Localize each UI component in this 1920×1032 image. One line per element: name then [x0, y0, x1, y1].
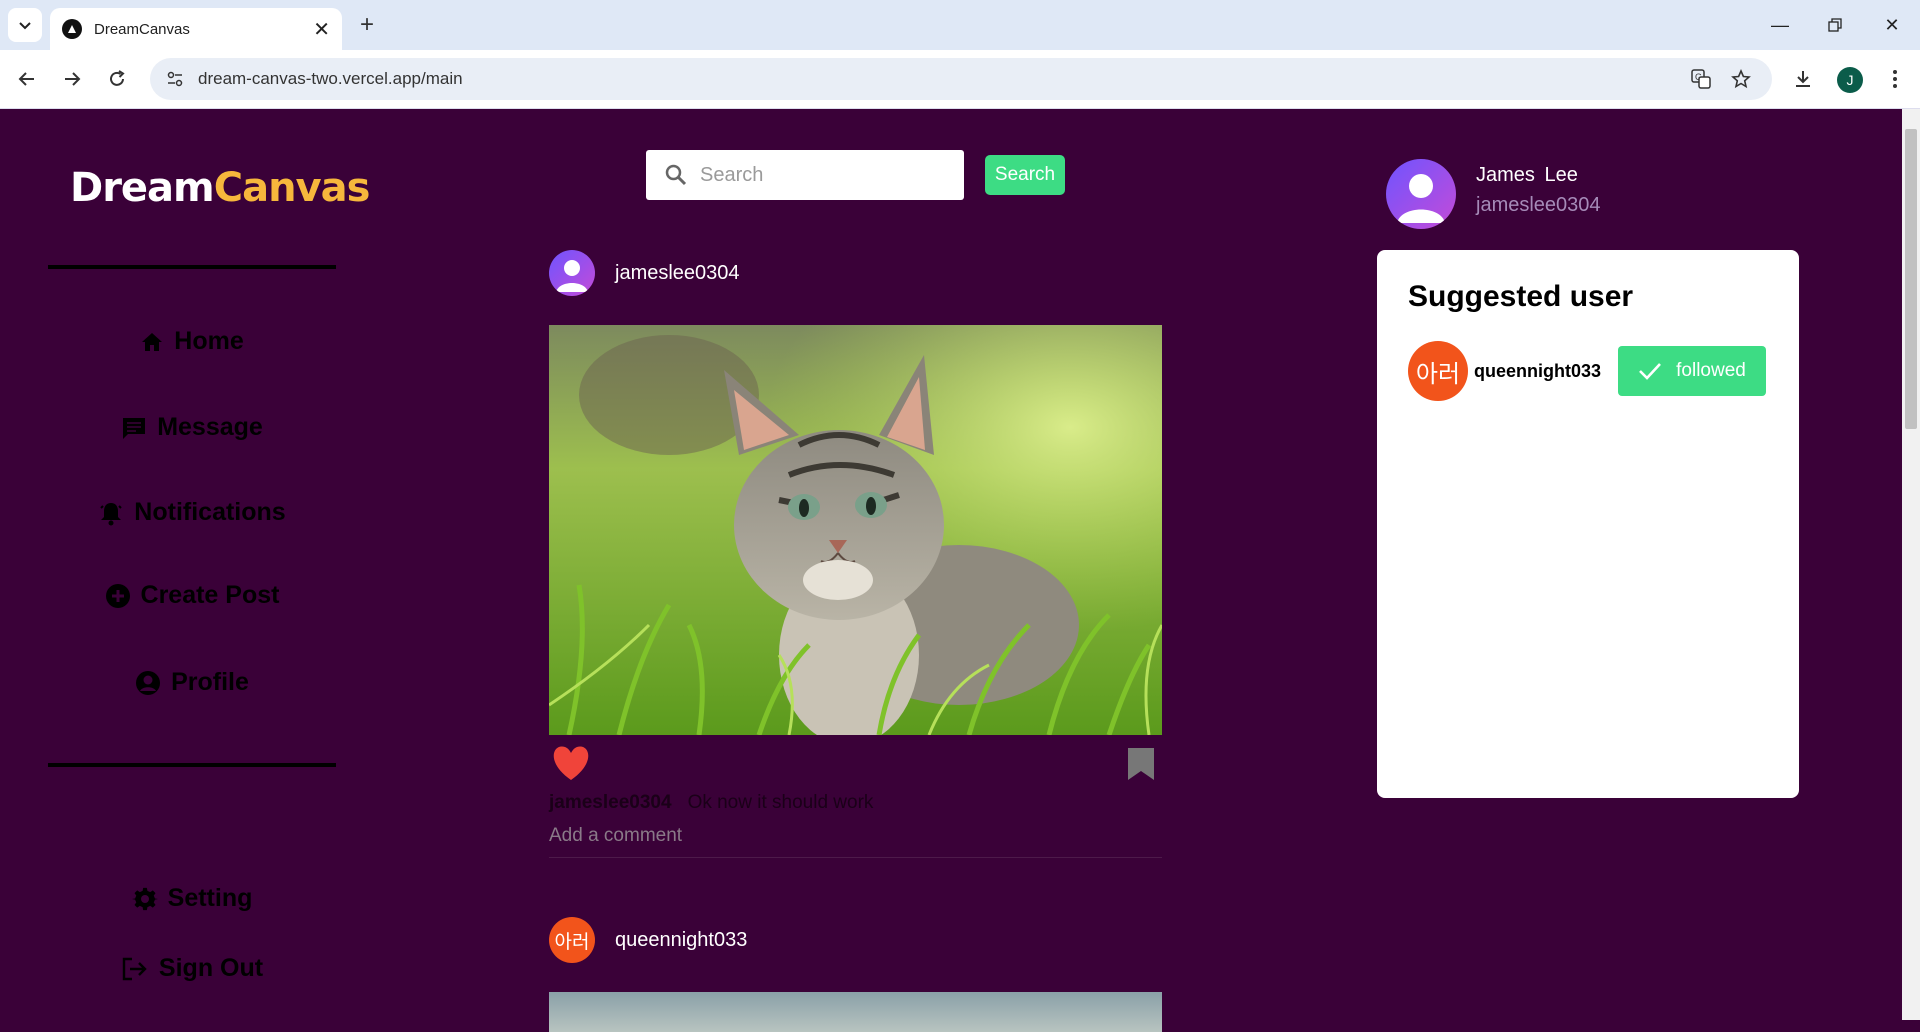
caption-text: Ok now it should work	[687, 792, 874, 813]
sidebar-item-create-post[interactable]: Create Post	[48, 581, 336, 610]
avatar[interactable]: 아러	[1408, 341, 1468, 401]
minimize-icon[interactable]: —	[1760, 10, 1800, 40]
default-user-icon	[1397, 174, 1445, 223]
suggested-users-card: Suggested user 아러 queennight033 followed	[1377, 250, 1799, 798]
back-icon[interactable]	[10, 62, 44, 96]
search-button[interactable]: Search	[985, 155, 1065, 195]
browser-tab[interactable]: DreamCanvas ✕	[50, 8, 342, 50]
chevron-down-icon	[19, 22, 31, 30]
current-user-handle[interactable]: jameslee0304	[1476, 194, 1601, 217]
bookmark-icon[interactable]	[1127, 747, 1155, 786]
sidebar-item-setting[interactable]: Setting	[48, 884, 336, 913]
browser-tab-bar: DreamCanvas ✕ + — ✕	[0, 0, 1920, 50]
post-caption: jameslee0304 Ok now it should work	[549, 792, 873, 814]
gear-icon	[131, 887, 158, 910]
sidebar-divider-bottom	[48, 763, 336, 767]
sign-out-icon	[122, 957, 147, 980]
sidebar-item-label: Home	[174, 327, 244, 355]
scrollbar-thumb[interactable]	[1905, 129, 1917, 429]
followed-label: followed	[1676, 360, 1746, 381]
sidebar-item-home[interactable]: Home	[48, 327, 336, 356]
bell-icon	[100, 502, 123, 525]
post-image-kitten[interactable]	[549, 325, 1162, 735]
avatar[interactable]: 아러	[549, 917, 595, 963]
logo[interactable]: DreamCanvas	[70, 165, 370, 211]
sidebar-item-label: Create Post	[140, 581, 280, 609]
sidebar-item-notifications[interactable]: Notifications	[48, 498, 336, 527]
profile-avatar[interactable]: J	[1837, 67, 1863, 93]
sidebar-item-label: Sign Out	[158, 954, 264, 982]
suggested-user-row: 아러 queennight033	[1408, 341, 1601, 401]
suggested-username[interactable]: queennight033	[1474, 361, 1601, 382]
sidebar-item-message[interactable]: Message	[48, 413, 336, 442]
sidebar-item-profile[interactable]: Profile	[48, 668, 336, 697]
search-box[interactable]	[646, 150, 964, 200]
add-comment-input[interactable]: Add a comment	[549, 825, 682, 847]
forward-icon[interactable]	[55, 62, 89, 96]
message-icon	[123, 417, 146, 439]
sidebar-divider-top	[48, 265, 336, 269]
post-header: 아러 queennight033	[549, 917, 747, 963]
sidebar-item-label: Profile	[171, 668, 249, 696]
avatar[interactable]	[549, 250, 595, 296]
more-menu-icon[interactable]	[1878, 62, 1912, 96]
tab-title: DreamCanvas	[94, 20, 190, 38]
sidebar-item-label: Message	[157, 413, 263, 441]
page: DreamCanvas Home Message Notifications C…	[0, 109, 1920, 1032]
default-user-icon	[556, 260, 588, 292]
current-user-name: James Lee	[1476, 164, 1578, 186]
like-heart-icon[interactable]	[551, 745, 591, 786]
search-icon	[665, 164, 687, 186]
post-username[interactable]: queennight033	[615, 929, 747, 952]
url-text: dream-canvas-two.vercel.app/main	[198, 69, 463, 88]
sidebar-item-sign-out[interactable]: Sign Out	[48, 954, 336, 983]
suggested-title: Suggested user	[1408, 280, 1634, 313]
site-info-icon[interactable]	[166, 70, 184, 88]
sidebar-item-label: Setting	[167, 884, 253, 912]
address-bar[interactable]: dream-canvas-two.vercel.app/main G	[150, 58, 1772, 100]
close-window-icon[interactable]: ✕	[1872, 10, 1912, 40]
close-tab-icon[interactable]: ✕	[313, 17, 330, 42]
kitten-photo	[549, 325, 1162, 735]
current-user-avatar[interactable]	[1386, 159, 1456, 229]
reload-icon[interactable]	[100, 62, 134, 96]
translate-icon[interactable]: G	[1686, 64, 1716, 94]
plus-circle-icon	[105, 583, 130, 608]
check-icon	[1639, 363, 1662, 380]
sidebar-item-label: Notifications	[134, 498, 286, 526]
browser-nav-bar: dream-canvas-two.vercel.app/main G J	[0, 50, 1920, 109]
restore-icon[interactable]	[1815, 10, 1855, 40]
comment-divider	[549, 857, 1162, 858]
new-tab-icon[interactable]: +	[352, 10, 382, 40]
post-header: jameslee0304	[549, 250, 740, 296]
caption-username[interactable]: jameslee0304	[549, 792, 672, 813]
bookmark-star-icon[interactable]	[1726, 64, 1756, 94]
vercel-favicon-icon	[62, 19, 82, 39]
search-input[interactable]	[700, 163, 940, 187]
download-icon[interactable]	[1786, 62, 1820, 96]
user-circle-icon	[136, 670, 161, 695]
home-icon	[142, 332, 163, 351]
post-image[interactable]	[549, 992, 1162, 1032]
post-username[interactable]: jameslee0304	[615, 262, 740, 285]
tab-search-button[interactable]	[8, 8, 42, 42]
followed-button[interactable]: followed	[1618, 346, 1766, 396]
page-scrollbar[interactable]	[1902, 109, 1920, 1020]
